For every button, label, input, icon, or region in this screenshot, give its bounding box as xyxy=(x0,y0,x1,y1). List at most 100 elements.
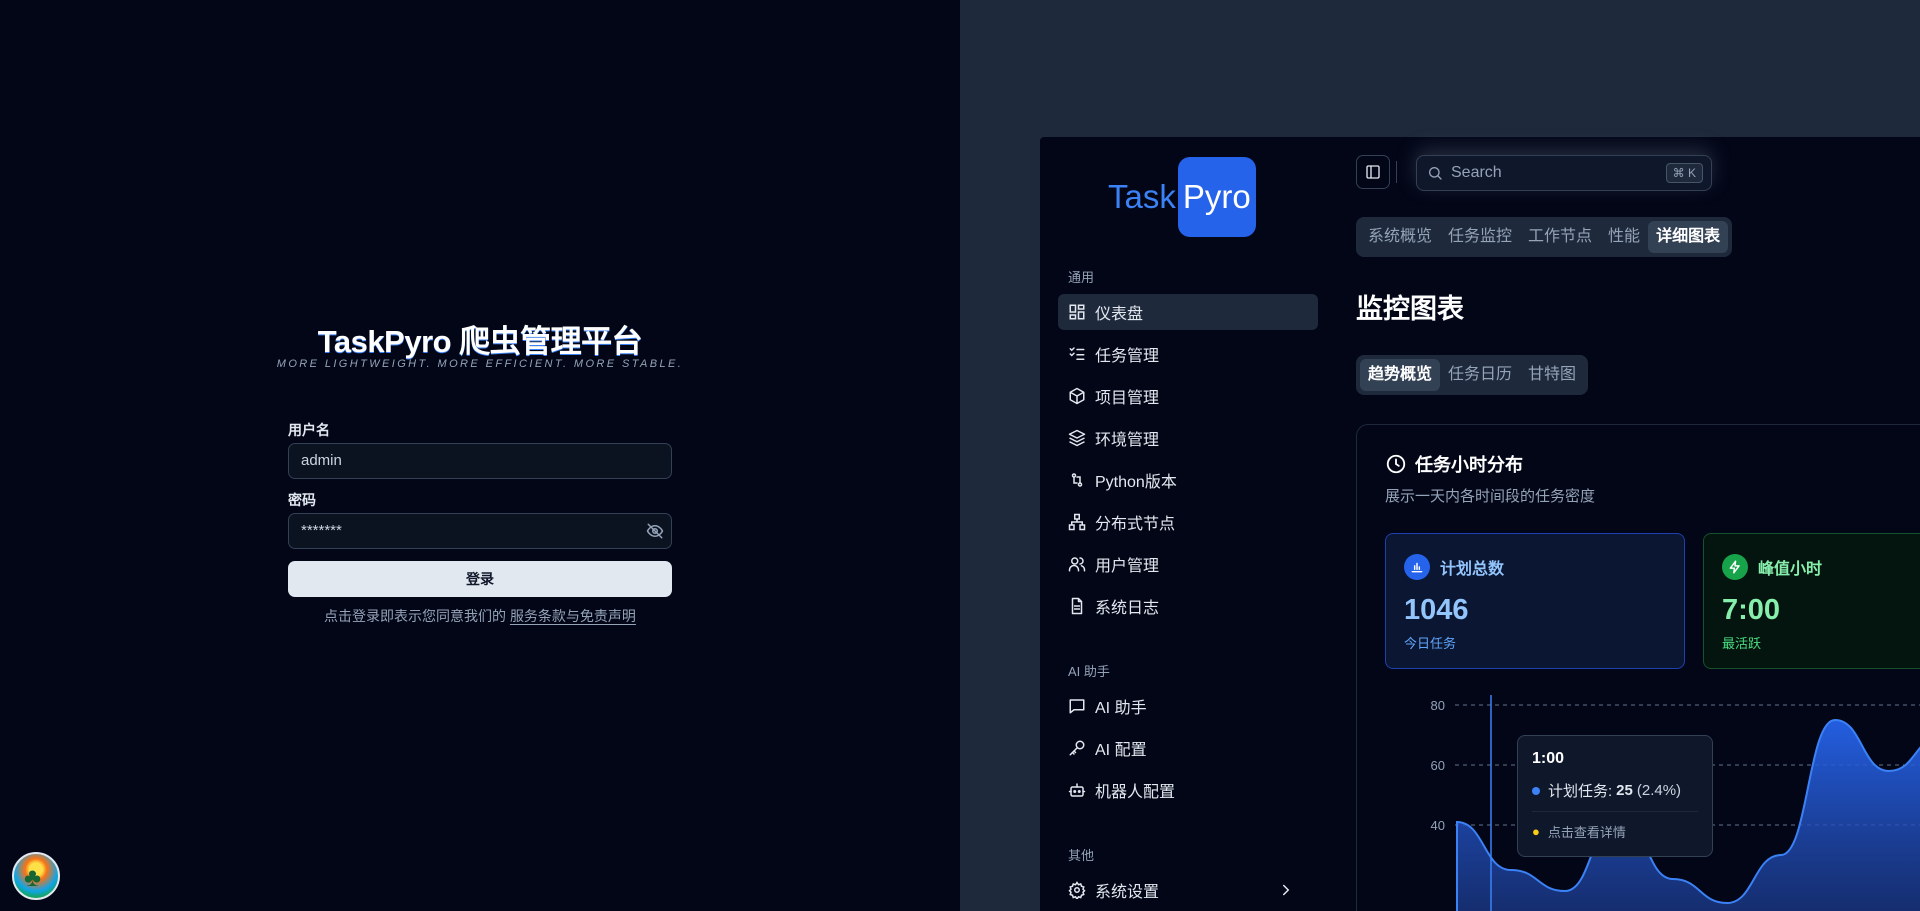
key-icon xyxy=(1069,740,1085,756)
logo: Task Pyro xyxy=(1108,157,1256,237)
message-square-icon xyxy=(1069,699,1085,714)
y-tick-label: 40 xyxy=(1431,818,1445,833)
logo-pyro: Pyro xyxy=(1177,157,1256,237)
sidebar-item-label: 任务管理 xyxy=(1095,348,1160,365)
password-label: 密码 xyxy=(288,492,316,508)
series-dot xyxy=(1532,786,1540,795)
search-icon xyxy=(1429,167,1442,180)
tooltip-series: 计划任务: xyxy=(1548,783,1613,800)
y-tick-label: 80 xyxy=(1431,698,1445,713)
gear-icon xyxy=(1068,881,1086,899)
logo-task: Task xyxy=(1108,178,1176,215)
tooltip-time: 1:00 xyxy=(1532,750,1565,767)
login-pane: TaskPyro 爬虫管理平台 MORE LIGHTWEIGHT. MORE E… xyxy=(0,0,960,911)
sidebar: Task Pyro 通用 仪表盘 任务管理 项目管理 环境管理 Python版本… xyxy=(1040,137,1330,911)
tab-task-monitor[interactable]: 任务监控 xyxy=(1440,221,1520,253)
network-icon xyxy=(1068,513,1086,531)
page-title: 监控图表 xyxy=(1356,294,1464,324)
y-tick-label: 60 xyxy=(1431,758,1445,773)
search-shortcut: ⌘ K xyxy=(1665,163,1703,183)
tab-gantt[interactable]: 甘特图 xyxy=(1520,359,1584,391)
stat-total-value: 1046 xyxy=(1404,594,1469,626)
stat-total: 计划总数 1046 今日任务 xyxy=(1385,533,1685,669)
sidebar-item-label: 系统设置 xyxy=(1095,884,1160,901)
sidebar-item-label: 环境管理 xyxy=(1095,432,1160,449)
bar-chart-icon xyxy=(1404,554,1430,580)
sidebar-item-tasks[interactable]: 任务管理 xyxy=(1058,336,1318,372)
panel-left-icon xyxy=(1366,165,1380,179)
sidebar-item-nodes[interactable]: 分布式节点 xyxy=(1058,504,1318,540)
stat-peak-label: 峰值小时 xyxy=(1758,561,1823,578)
tab-task-calendar[interactable]: 任务日历 xyxy=(1440,359,1520,391)
tooltip-divider xyxy=(1532,811,1698,812)
sidebar-item-label: AI 配置 xyxy=(1095,742,1147,759)
lightbulb-icon: ● xyxy=(1532,824,1540,839)
sidebar-item-logs[interactable]: 系统日志 xyxy=(1058,588,1318,624)
sidebar-item-settings[interactable]: 系统设置 xyxy=(1058,872,1318,908)
chevron-right-icon xyxy=(1283,884,1290,896)
sidebar-item-python[interactable]: Python版本 xyxy=(1058,462,1318,498)
sidebar-item-label: 项目管理 xyxy=(1095,390,1160,407)
sidebar-item-label: 系统日志 xyxy=(1095,600,1160,617)
section-other: 其他 xyxy=(1068,848,1095,863)
section-general: 通用 xyxy=(1068,270,1095,285)
file-text-icon xyxy=(1071,597,1083,615)
sidebar-item-dashboard[interactable]: 仪表盘 xyxy=(1058,294,1318,330)
tab-trend-overview[interactable]: 趋势概览 xyxy=(1360,359,1441,391)
zap-icon xyxy=(1722,554,1748,580)
login-button[interactable]: 登录 xyxy=(288,561,672,597)
tab-overview[interactable]: 系统概览 xyxy=(1360,221,1440,253)
sidebar-item-label: 用户管理 xyxy=(1095,558,1160,575)
stat-peak-value: 7:00 xyxy=(1722,594,1781,626)
username-input[interactable]: admin xyxy=(288,443,672,479)
palm-icon: ♣ xyxy=(24,862,42,892)
divider xyxy=(1396,161,1397,183)
login-subtitle: MORE LIGHTWEIGHT. MORE EFFICIENT. MORE S… xyxy=(276,358,684,370)
bot-icon xyxy=(1068,783,1086,797)
password-input[interactable]: ******* xyxy=(288,513,672,549)
main-content: Search ⌘ K 系统概览 任务监控 工作节点 性能 详细图表 监控图表 趋… xyxy=(1330,137,1920,911)
sidebar-item-label: 机器人配置 xyxy=(1095,784,1176,801)
sidebar-item-label: AI 助手 xyxy=(1095,700,1147,717)
sidebar-item-users[interactable]: 用户管理 xyxy=(1058,546,1318,582)
terms-link[interactable]: 服务条款与免责声明 xyxy=(510,608,636,624)
tab-performance[interactable]: 性能 xyxy=(1600,221,1648,253)
card-title-text: 任务小时分布 xyxy=(1415,455,1523,475)
stat-peak: 峰值小时 7:00 最活跃 xyxy=(1703,533,1920,669)
search-input[interactable]: Search ⌘ K xyxy=(1416,155,1712,191)
tab-workers[interactable]: 工作节点 xyxy=(1520,221,1600,253)
app-preview-pane: Task Pyro 通用 仪表盘 任务管理 项目管理 环境管理 Python版本… xyxy=(960,0,1920,911)
search-placeholder: Search xyxy=(1451,164,1502,181)
card-description: 展示一天内各时间段的任务密度 xyxy=(1385,488,1596,505)
terms-line: 点击登录即表示您同意我们的 服务条款与免责声明 xyxy=(0,606,960,626)
section-ai: AI 助手 xyxy=(1068,664,1110,679)
username-label: 用户名 xyxy=(288,422,330,438)
sub-tabs: 趋势概览 任务日历 甘特图 xyxy=(1356,355,1589,395)
sidebar-item-label: 仪表盘 xyxy=(1095,306,1144,323)
stat-total-label: 计划总数 xyxy=(1440,561,1505,578)
avatar[interactable]: ♣ xyxy=(12,852,60,900)
sidebar-item-robot[interactable]: 机器人配置 xyxy=(1058,772,1318,808)
sidebar-item-env[interactable]: 环境管理 xyxy=(1058,420,1318,456)
dashboard-icon xyxy=(1069,304,1085,320)
eye-off-icon[interactable] xyxy=(646,522,664,540)
sidebar-item-ai-assistant[interactable]: AI 助手 xyxy=(1058,688,1318,724)
sidebar-item-label: 分布式节点 xyxy=(1095,516,1176,533)
terms-text: 点击登录即表示您同意我们的 xyxy=(324,608,507,624)
chart-tooltip: 1:00 计划任务: 25 (2.4%) ● 点击查看详情 xyxy=(1517,735,1713,857)
clock-icon xyxy=(1386,454,1406,474)
tab-detail-charts[interactable]: 详细图表 xyxy=(1648,221,1729,253)
sidebar-toggle-button[interactable] xyxy=(1356,155,1390,189)
top-tabs: 系统概览 任务监控 工作节点 性能 详细图表 xyxy=(1356,217,1733,257)
package-icon xyxy=(1069,387,1085,405)
python-icon xyxy=(1071,473,1083,487)
app-window: Task Pyro 通用 仪表盘 任务管理 项目管理 环境管理 Python版本… xyxy=(1040,137,1920,911)
stat-peak-sub: 最活跃 xyxy=(1722,636,1762,651)
tooltip-value: 25 xyxy=(1616,782,1633,799)
sidebar-item-projects[interactable]: 项目管理 xyxy=(1058,378,1318,414)
sidebar-item-label: Python版本 xyxy=(1095,474,1177,491)
stat-total-sub: 今日任务 xyxy=(1404,636,1457,651)
list-check-icon xyxy=(1069,347,1085,360)
sidebar-item-ai-config[interactable]: AI 配置 xyxy=(1058,730,1318,766)
login-title: TaskPyro 爬虫管理平台 xyxy=(317,324,643,359)
